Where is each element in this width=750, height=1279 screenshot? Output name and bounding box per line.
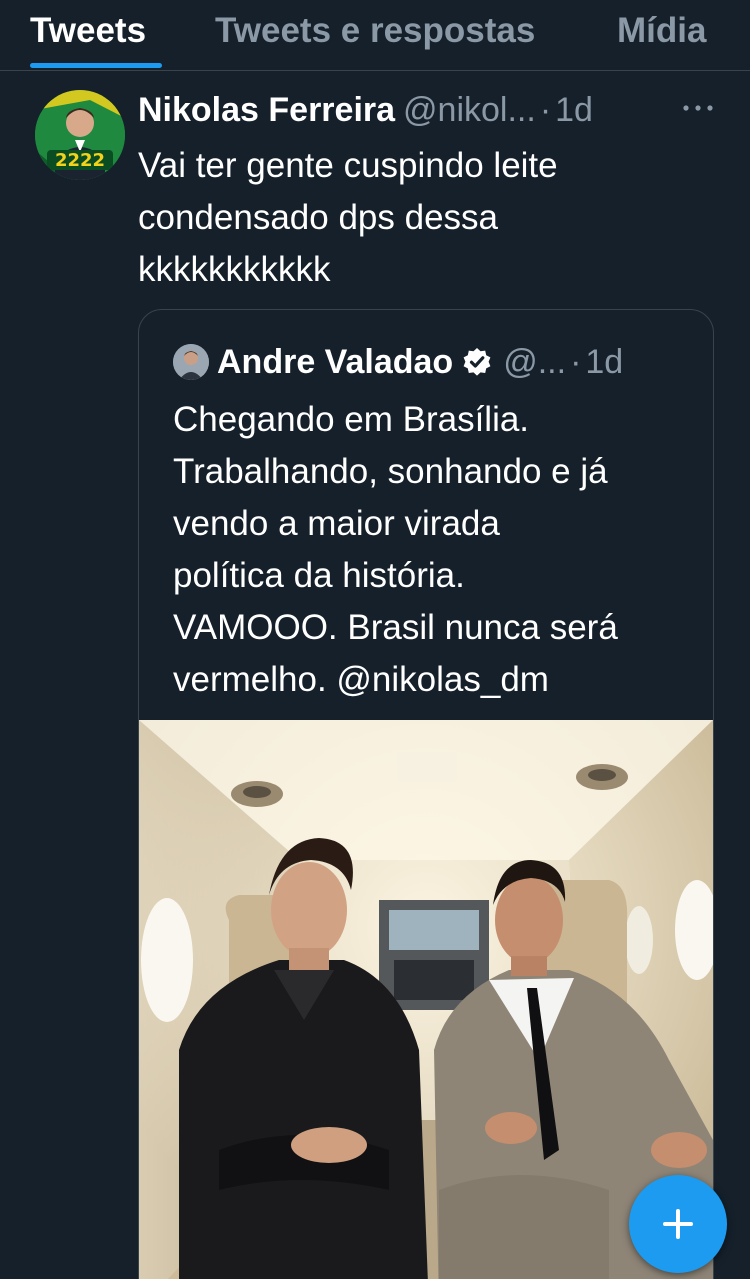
quote-avatar[interactable] (173, 344, 209, 380)
quote-tweet-header: Andre Valadao @... · 1d (217, 340, 623, 384)
quote-separator-dot: · (570, 343, 582, 381)
quote-avatar-image (173, 344, 209, 380)
jet-cabin-photo (139, 720, 713, 1279)
quote-author-handle[interactable]: @... (503, 343, 566, 381)
plus-icon (663, 1209, 693, 1239)
separator-dot: · (539, 91, 552, 129)
compose-tweet-button[interactable] (629, 1175, 727, 1273)
profile-tabs: Tweets Tweets e respostas Mídia (0, 0, 750, 71)
quote-timestamp[interactable]: 1d (585, 343, 623, 381)
author-name[interactable]: Nikolas Ferreira (138, 91, 395, 129)
avatar[interactable]: 2222 (35, 90, 125, 180)
tweet-timestamp[interactable]: 1d (555, 91, 593, 129)
tweet-text: Vai ter gente cuspindo leite condensado … (138, 146, 558, 289)
tab-tweets-and-replies[interactable]: Tweets e respostas (215, 10, 535, 52)
profile-tweets-page: Tweets Tweets e respostas Mídia 2222 Nik… (0, 0, 750, 1279)
tab-tweets[interactable]: Tweets (30, 10, 146, 52)
tweet-header: Nikolas Ferreira @nikol... · 1d (138, 88, 718, 132)
quote-author-name[interactable]: Andre Valadao (217, 343, 453, 381)
tab-media[interactable]: Mídia (617, 10, 706, 52)
quote-tweet-photo[interactable] (139, 720, 713, 1279)
more-horizontal-icon[interactable] (680, 98, 716, 118)
quote-tweet-card[interactable]: Andre Valadao @... · 1d Chegando em Brasíli… (138, 309, 714, 1279)
author-handle[interactable]: @nikol... (403, 91, 536, 129)
active-tab-indicator (30, 63, 162, 68)
avatar-image: 2222 (35, 90, 125, 180)
quote-tweet-text: Chegando em Brasília. Trabalhando, sonha… (173, 400, 618, 699)
avatar-badge: 2222 (55, 150, 105, 171)
verified-badge-icon (461, 345, 493, 377)
